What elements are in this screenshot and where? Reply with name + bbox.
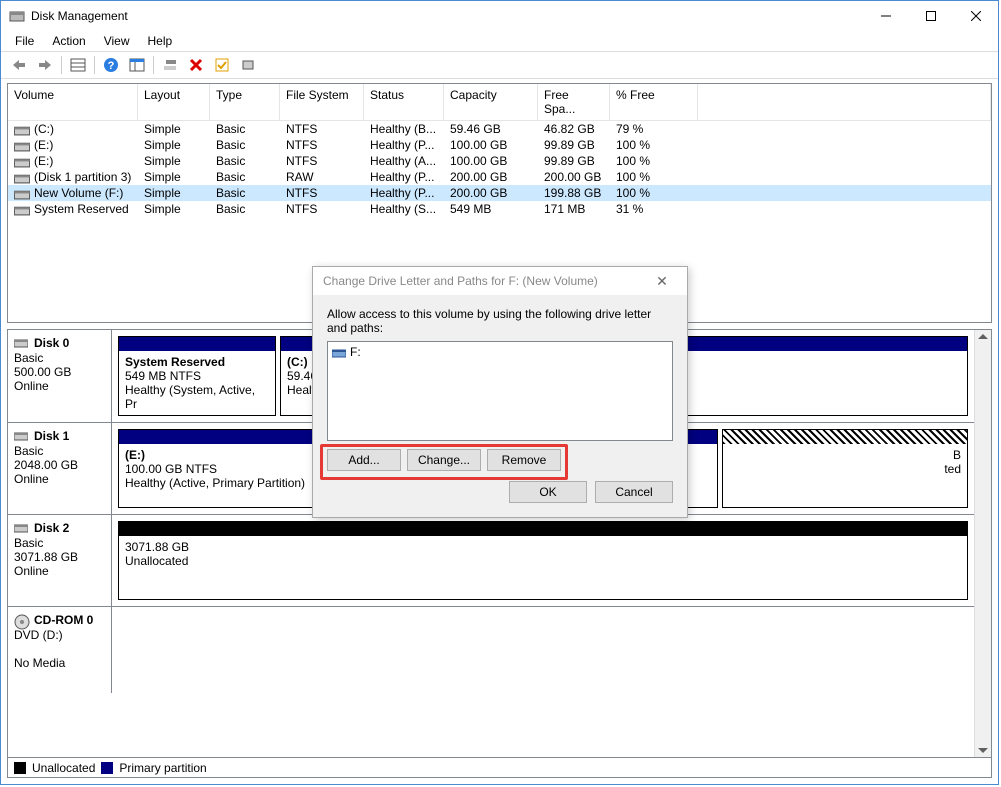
drive-letter-list[interactable]: F: [327,341,673,441]
cdrom-icon [14,614,32,628]
back-icon[interactable] [7,54,31,76]
window-title: Disk Management [31,9,863,23]
col-pct[interactable]: % Free [610,84,698,120]
vertical-scrollbar[interactable] [974,330,991,757]
col-fs[interactable]: File System [280,84,364,120]
minimize-button[interactable] [863,1,908,31]
list-view-icon[interactable] [66,54,90,76]
volume-row[interactable]: (E:)SimpleBasicNTFSHealthy (P...100.00 G… [8,137,991,153]
menu-help[interactable]: Help [140,32,181,50]
volume-row[interactable]: System ReservedSimpleBasicNTFSHealthy (S… [8,201,991,217]
volume-row[interactable]: (E:)SimpleBasicNTFSHealthy (A...100.00 G… [8,153,991,169]
check-icon[interactable] [210,54,234,76]
menu-view[interactable]: View [96,32,138,50]
volume-row[interactable]: New Volume (F:)SimpleBasicNTFSHealthy (P… [8,185,991,201]
forward-icon[interactable] [33,54,57,76]
dialog-close-icon[interactable]: ✕ [647,273,677,290]
col-status[interactable]: Status [364,84,444,120]
maximize-button[interactable] [908,1,953,31]
legend: Unallocated Primary partition [7,758,992,778]
col-volume[interactable]: Volume [8,84,138,120]
menubar: File Action View Help [1,31,998,51]
disk-row: Disk 2 Basic 3071.88 GB Online 3071.88 G… [8,515,974,607]
wrench-icon[interactable] [158,54,182,76]
dialog-instruction: Allow access to this volume by using the… [327,307,673,335]
list-item[interactable]: F: [330,344,670,360]
menu-action[interactable]: Action [44,32,93,50]
volume-row[interactable]: (Disk 1 partition 3)SimpleBasicRAWHealth… [8,169,991,185]
layout-icon[interactable] [125,54,149,76]
col-free[interactable]: Free Spa... [538,84,610,120]
volume-row[interactable]: (C:)SimpleBasicNTFSHealthy (B...59.46 GB… [8,121,991,137]
disk-icon [14,522,32,536]
close-button[interactable] [953,1,998,31]
svg-text:?: ? [108,60,115,72]
tag-icon[interactable] [236,54,260,76]
legend-primary-swatch [101,762,113,774]
cancel-button[interactable]: Cancel [595,481,673,503]
partition[interactable]: System Reserved549 MB NTFSHealthy (Syste… [118,336,276,416]
drive-icon [332,347,346,358]
partition[interactable]: 3071.88 GBUnallocated [118,521,968,600]
volume-header: Volume Layout Type File System Status Ca… [8,84,991,121]
titlebar: Disk Management [1,1,998,31]
add-button[interactable]: Add... [327,449,401,471]
legend-unallocated-swatch [14,762,26,774]
delete-icon[interactable] [184,54,208,76]
dialog-title: Change Drive Letter and Paths for F: (Ne… [323,274,647,288]
disk-row: CD-ROM 0 DVD (D:) No Media [8,607,974,693]
col-layout[interactable]: Layout [138,84,210,120]
toolbar: ? [1,51,998,79]
partition[interactable]: Bted [722,429,968,508]
menu-file[interactable]: File [7,32,42,50]
change-button[interactable]: Change... [407,449,481,471]
help-icon[interactable]: ? [99,54,123,76]
col-type[interactable]: Type [210,84,280,120]
change-drive-letter-dialog: Change Drive Letter and Paths for F: (Ne… [312,266,688,518]
ok-button[interactable]: OK [509,481,587,503]
col-capacity[interactable]: Capacity [444,84,538,120]
remove-button[interactable]: Remove [487,449,561,471]
app-icon [9,8,25,24]
disk-icon [14,337,32,351]
disk-icon [14,430,32,444]
